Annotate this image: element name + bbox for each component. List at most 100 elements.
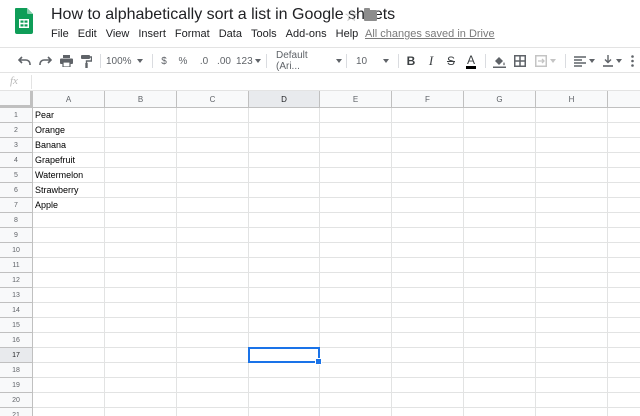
- cell-a7[interactable]: Apple: [35, 198, 58, 213]
- title-bar: How to alphabetically sort a list in Goo…: [0, 0, 640, 46]
- cell-a5[interactable]: Watermelon: [35, 168, 83, 183]
- chevron-down-icon: [549, 59, 556, 63]
- gridline: [391, 108, 392, 416]
- gridline: [33, 257, 640, 258]
- font-size-value: 10: [356, 55, 368, 67]
- column-header-c[interactable]: C: [177, 91, 249, 108]
- toolbar: 100% $ % .0 .00 123 Default (Ari... 10 B…: [0, 47, 640, 73]
- currency-format-button[interactable]: $: [157, 52, 171, 70]
- row-header-4[interactable]: 4: [0, 153, 33, 168]
- font-size-select[interactable]: 10: [356, 52, 396, 70]
- row-header-8[interactable]: 8: [0, 213, 33, 228]
- font-family-select[interactable]: Default (Ari...: [276, 50, 342, 72]
- row-header-3[interactable]: 3: [0, 138, 33, 153]
- save-status-link[interactable]: All changes saved in Drive: [365, 28, 495, 40]
- menu-file[interactable]: File: [51, 28, 69, 42]
- borders-icon[interactable]: [512, 52, 528, 70]
- gridline: [33, 152, 640, 153]
- sheets-logo-icon[interactable]: [15, 8, 33, 34]
- merge-cells-icon[interactable]: [533, 52, 557, 70]
- row-header-11[interactable]: 11: [0, 258, 33, 273]
- row-header-18[interactable]: 18: [0, 363, 33, 378]
- cell-a1[interactable]: Pear: [35, 108, 54, 123]
- active-cell-d17[interactable]: [248, 347, 322, 365]
- bold-button[interactable]: B: [404, 52, 418, 70]
- chevron-down-icon: [136, 59, 143, 63]
- gridline: [33, 392, 640, 393]
- percent-format-button[interactable]: %: [176, 52, 190, 70]
- column-header-g[interactable]: G: [464, 91, 536, 108]
- row-header-19[interactable]: 19: [0, 378, 33, 393]
- gridline: [607, 108, 608, 416]
- select-all-corner[interactable]: [0, 91, 33, 108]
- fill-color-icon[interactable]: [491, 52, 507, 70]
- column-header-h[interactable]: H: [536, 91, 608, 108]
- italic-button[interactable]: I: [424, 52, 438, 70]
- paint-format-icon[interactable]: [77, 52, 95, 70]
- menu-tools[interactable]: Tools: [251, 28, 277, 42]
- gridline: [33, 287, 640, 288]
- zoom-select[interactable]: 100%: [106, 52, 150, 70]
- menu-help[interactable]: Help: [336, 28, 359, 42]
- row-header-7[interactable]: 7: [0, 198, 33, 213]
- increase-decimal-button[interactable]: .00: [214, 52, 234, 70]
- gridline: [319, 108, 320, 416]
- gridline: [33, 317, 640, 318]
- more-icon[interactable]: [626, 52, 638, 70]
- cell-a2[interactable]: Orange: [35, 123, 65, 138]
- row-header-2[interactable]: 2: [0, 123, 33, 138]
- gridline: [535, 108, 536, 416]
- folder-icon[interactable]: [364, 8, 377, 21]
- chevron-down-icon: [254, 59, 261, 63]
- row-header-14[interactable]: 14: [0, 303, 33, 318]
- gridline: [33, 197, 640, 198]
- row-header-9[interactable]: 9: [0, 228, 33, 243]
- menu-format[interactable]: Format: [175, 28, 210, 42]
- gridline: [463, 108, 464, 416]
- column-header-e[interactable]: E: [320, 91, 392, 108]
- decrease-decimal-button[interactable]: .0: [195, 52, 213, 70]
- menu-add-ons[interactable]: Add-ons: [286, 28, 327, 42]
- strikethrough-button[interactable]: S: [444, 52, 458, 70]
- menu-data[interactable]: Data: [219, 28, 242, 42]
- column-header-f[interactable]: F: [392, 91, 464, 108]
- align-left-icon[interactable]: [572, 52, 596, 70]
- column-header-a[interactable]: A: [33, 91, 105, 108]
- row-header-21[interactable]: 21: [0, 408, 33, 416]
- cell-a4[interactable]: Grapefruit: [35, 153, 75, 168]
- more-formats-select[interactable]: 123: [236, 52, 262, 70]
- gridline: [33, 347, 640, 348]
- menu-view[interactable]: View: [106, 28, 130, 42]
- text-color-button[interactable]: A: [463, 52, 479, 70]
- undo-icon[interactable]: [16, 52, 34, 70]
- text-color-label: A: [465, 52, 476, 69]
- gridline: [33, 377, 640, 378]
- cell-a6[interactable]: Strawberry: [35, 183, 79, 198]
- cell-a3[interactable]: Banana: [35, 138, 66, 153]
- row-header-12[interactable]: 12: [0, 273, 33, 288]
- gridline: [176, 108, 177, 416]
- gridline: [104, 108, 105, 416]
- menu-insert[interactable]: Insert: [138, 28, 166, 42]
- column-header-b[interactable]: B: [105, 91, 177, 108]
- gridline: [33, 302, 640, 303]
- formula-bar-divider: [31, 75, 32, 89]
- row-header-20[interactable]: 20: [0, 393, 33, 408]
- formula-input[interactable]: [36, 75, 636, 89]
- row-header-13[interactable]: 13: [0, 288, 33, 303]
- row-header-6[interactable]: 6: [0, 183, 33, 198]
- row-header-16[interactable]: 16: [0, 333, 33, 348]
- row-header-5[interactable]: 5: [0, 168, 33, 183]
- row-header-15[interactable]: 15: [0, 318, 33, 333]
- redo-icon[interactable]: [36, 52, 54, 70]
- row-header-10[interactable]: 10: [0, 243, 33, 258]
- menu-edit[interactable]: Edit: [78, 28, 97, 42]
- print-icon[interactable]: [57, 52, 75, 70]
- row-header-17[interactable]: 17: [0, 348, 33, 363]
- row-header-1[interactable]: 1: [0, 108, 33, 123]
- star-icon[interactable]: ☆: [344, 6, 358, 26]
- column-header-d[interactable]: D: [249, 91, 320, 108]
- column-header-i[interactable]: [608, 91, 640, 108]
- chevron-down-icon: [383, 59, 390, 63]
- valign-bottom-icon[interactable]: [600, 52, 624, 70]
